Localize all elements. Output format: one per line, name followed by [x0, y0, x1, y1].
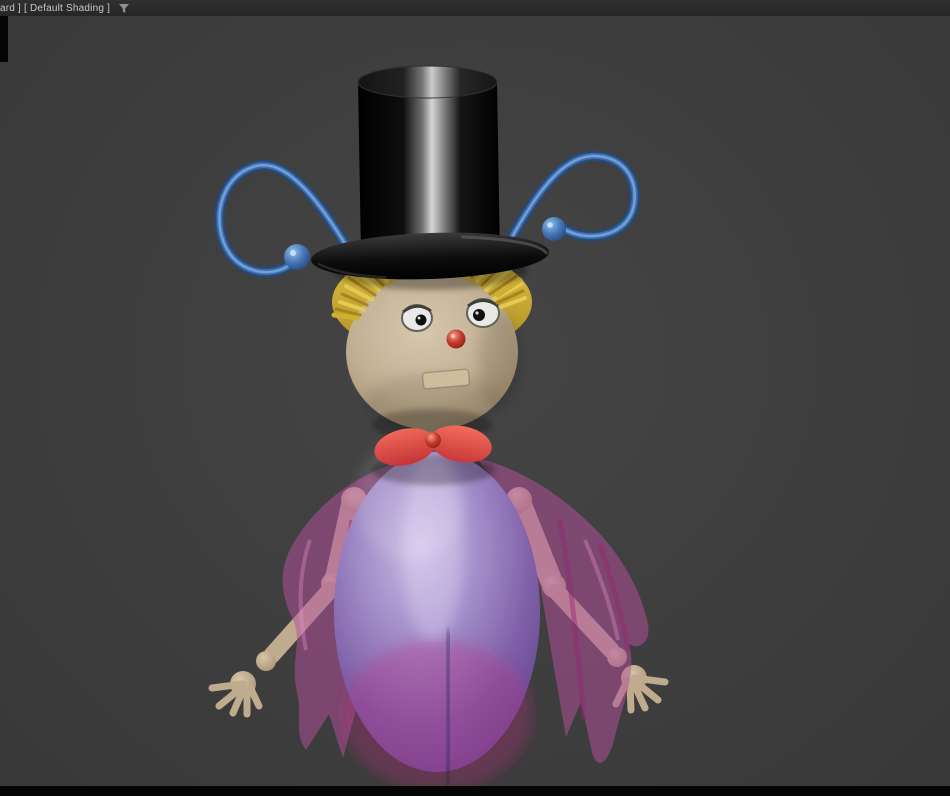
- nose[interactable]: [446, 329, 466, 349]
- viewport-shading-label[interactable]: ard ] [ Default Shading ]: [0, 3, 110, 14]
- viewport-header: ard ] [ Default Shading ]: [0, 0, 950, 16]
- eye-right[interactable]: [466, 298, 500, 328]
- mouth[interactable]: [421, 368, 471, 390]
- collar-button: [425, 432, 441, 448]
- scene-3d[interactable]: [0, 0, 950, 796]
- wrist-joint-left: [256, 651, 276, 671]
- viewport-edge-left: [0, 16, 8, 62]
- antenna-sphere-left[interactable]: [284, 244, 310, 270]
- top-hat[interactable]: [310, 65, 549, 283]
- antenna-sphere-right[interactable]: [542, 217, 566, 241]
- filter-icon[interactable]: [118, 3, 130, 14]
- viewport-3d[interactable]: ard ] [ Default Shading ]: [0, 0, 950, 796]
- hand-left[interactable]: [208, 671, 263, 718]
- hat-cylinder: [358, 82, 500, 256]
- viewport-edge-bottom: [0, 786, 950, 796]
- eye-left[interactable]: [401, 304, 433, 332]
